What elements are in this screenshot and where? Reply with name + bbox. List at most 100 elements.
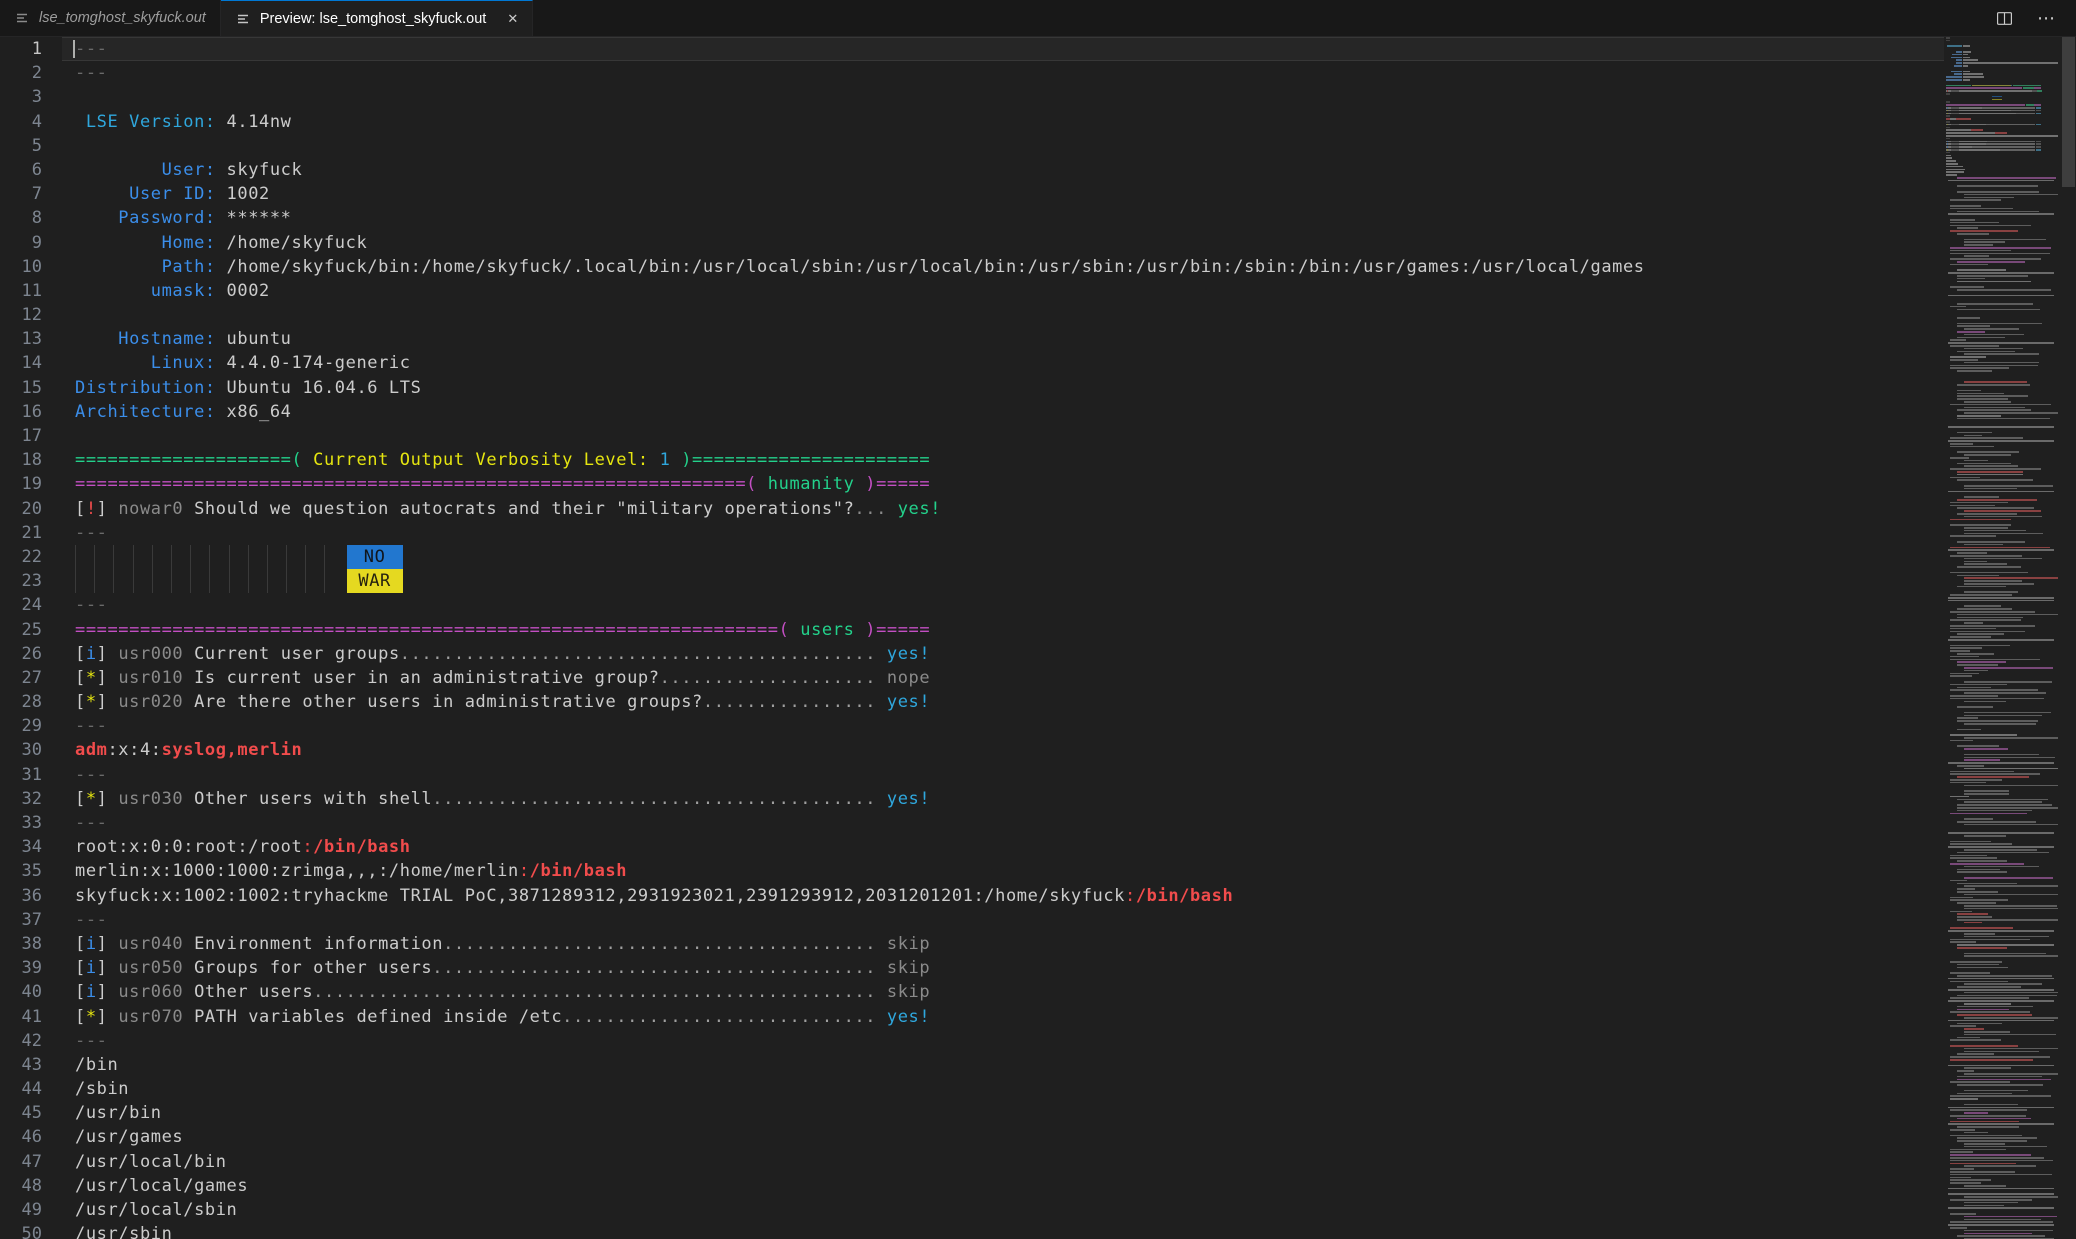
line-number: 7 (0, 182, 42, 206)
code-line-39[interactable]: 39[i] usr050 Groups for other users.....… (0, 956, 2076, 980)
line-number: 31 (0, 763, 42, 787)
code-line-14[interactable]: 14 Linux: 4.4.0-174-generic (0, 351, 2076, 375)
line-text: root:x:0:0:root:/root:/bin/bash (75, 835, 411, 859)
line-text: --- (75, 811, 107, 835)
code-line-48[interactable]: 48/usr/local/games (0, 1174, 2076, 1198)
line-text: [i] usr060 Other users..................… (75, 980, 930, 1004)
line-text: umask: 0002 (75, 279, 270, 303)
indent-guide (229, 569, 248, 593)
code-line-50[interactable]: 50/usr/sbin (0, 1222, 2076, 1239)
code-line-32[interactable]: 32[*] usr030 Other users with shell.....… (0, 787, 2076, 811)
line-number: 5 (0, 134, 42, 158)
code-line-40[interactable]: 40[i] usr060 Other users................… (0, 980, 2076, 1004)
code-line-42[interactable]: 42--- (0, 1029, 2076, 1053)
code-line-46[interactable]: 46/usr/games (0, 1125, 2076, 1149)
indent-guide (305, 569, 324, 593)
tab-preview-lse-tomghost-skyfuck-out[interactable]: Preview: lse_tomghost_skyfuck.out ✕ (221, 0, 533, 36)
line-number: 26 (0, 642, 42, 666)
line-text: [*] usr070 PATH variables defined inside… (75, 1005, 930, 1029)
code-line-2[interactable]: 2--- (0, 61, 2076, 85)
code-line-4[interactable]: 4 LSE Version: 4.14nw (0, 110, 2076, 134)
code-line-31[interactable]: 31--- (0, 763, 2076, 787)
code-line-26[interactable]: 26 [i] usr000 Current user groups........… (0, 642, 2076, 666)
line-text: /usr/bin (75, 1101, 162, 1125)
line-text: WAR (75, 569, 403, 593)
minimap[interactable] (1946, 37, 2060, 1239)
code-line-12[interactable]: 12 (0, 303, 2076, 327)
close-icon[interactable]: ✕ (507, 11, 518, 27)
line-text: Architecture: x86_64 (75, 400, 292, 424)
indent-guide (286, 569, 305, 593)
vertical-scrollbar[interactable] (2061, 37, 2076, 1239)
indent-guide (152, 545, 171, 569)
code-line-23[interactable]: 23WAR (0, 569, 2076, 593)
code-line-11[interactable]: 11 umask: 0002 (0, 279, 2076, 303)
code-line-1[interactable]: 1--- (0, 37, 2076, 61)
code-line-33[interactable]: 33--- (0, 811, 2076, 835)
code-line-45[interactable]: 45/usr/bin (0, 1101, 2076, 1125)
indent-guide (190, 569, 209, 593)
code-line-5[interactable]: 5 (0, 134, 2076, 158)
code-line-41[interactable]: 41 [*] usr070 PATH variables defined insi… (0, 1005, 2076, 1029)
code-line-28[interactable]: 28[*] usr020 Are there other users in ad… (0, 690, 2076, 714)
code-line-21[interactable]: 21--- (0, 521, 2076, 545)
tab-lse-tomghost-skyfuck-out[interactable]: lse_tomghost_skyfuck.out (0, 0, 221, 36)
line-text: /usr/local/bin (75, 1150, 227, 1174)
code-line-20[interactable]: 20[!] nowar0 Should we question autocrat… (0, 497, 2076, 521)
code-line-13[interactable]: 13 Hostname: ubuntu (0, 327, 2076, 351)
code-line-6[interactable]: 6 User: skyfuck (0, 158, 2076, 182)
line-text: merlin:x:1000:1000:zrimga,,,:/home/merli… (75, 859, 627, 883)
line-text: /usr/local/games (75, 1174, 248, 1198)
line-text: Linux: 4.4.0-174-generic (75, 351, 411, 375)
code-line-36[interactable]: 36skyfuck:x:1002:1002:tryhackme TRIAL Po… (0, 884, 2076, 908)
indent-guide (229, 545, 248, 569)
code-line-22[interactable]: 22NO (0, 545, 2076, 569)
code-line-17[interactable]: 17 (0, 424, 2076, 448)
code-line-19[interactable]: 19======================================… (0, 472, 2076, 496)
code-line-37[interactable]: 37--- (0, 908, 2076, 932)
code-line-9[interactable]: 9 Home: /home/skyfuck (0, 231, 2076, 255)
text-cursor (73, 40, 75, 58)
code-line-44[interactable]: 44/sbin (0, 1077, 2076, 1101)
code-line-3[interactable]: 3 (0, 85, 2076, 109)
line-number: 37 (0, 908, 42, 932)
scrollbar-thumb[interactable] (2062, 37, 2075, 187)
code-line-43[interactable]: 43/bin (0, 1053, 2076, 1077)
editor-content[interactable]: 1---2---34 LSE Version: 4.14nw56 User: s… (0, 37, 2076, 1239)
code-line-35[interactable]: 35merlin:x:1000:1000:zrimga,,,:/home/mer… (0, 859, 2076, 883)
indent-guide (171, 569, 190, 593)
more-actions-icon[interactable]: ⋯ (2037, 9, 2056, 27)
line-number: 27 (0, 666, 42, 690)
line-number: 41 (0, 1005, 42, 1029)
indent-guide (190, 545, 209, 569)
indent-guide (152, 569, 171, 593)
code-line-18[interactable]: 18====================( Current Output V… (0, 448, 2076, 472)
tab-label: lse_tomghost_skyfuck.out (39, 10, 206, 26)
indent-guide (94, 545, 113, 569)
code-line-27[interactable]: 27[*] usr010 Is current user in an admin… (0, 666, 2076, 690)
indent-guide (113, 545, 132, 569)
line-text: [i] usr000 Current user groups..........… (75, 642, 930, 666)
no-war-banner-no: NO (347, 545, 403, 569)
code-line-8[interactable]: 8 Password: ****** (0, 206, 2076, 230)
code-line-34[interactable]: 34root:x:0:0:root:/root:/bin/bash (0, 835, 2076, 859)
indent-guide (324, 569, 343, 593)
code-line-16[interactable]: 16Architecture: x86_64 (0, 400, 2076, 424)
code-line-10[interactable]: 10 Path: /home/skyfuck/bin:/home/skyfuck… (0, 255, 2076, 279)
line-number: 24 (0, 593, 42, 617)
code-line-7[interactable]: 7 User ID: 1002 (0, 182, 2076, 206)
code-line-25[interactable]: 25======================================… (0, 618, 2076, 642)
line-number: 6 (0, 158, 42, 182)
indent-guide (267, 569, 286, 593)
code-line-30[interactable]: 30adm:x:4:syslog,merlin (0, 738, 2076, 762)
code-line-49[interactable]: 49/usr/local/sbin (0, 1198, 2076, 1222)
line-text: ========================================… (75, 618, 930, 642)
code-line-15[interactable]: 15Distribution: Ubuntu 16.04.6 LTS (0, 376, 2076, 400)
code-line-24[interactable]: 24--- (0, 593, 2076, 617)
line-text: [*] usr030 Other users with shell.......… (75, 787, 930, 811)
code-line-38[interactable]: 38[i] usr040 Environment information....… (0, 932, 2076, 956)
code-line-29[interactable]: 29--- (0, 714, 2076, 738)
code-line-47[interactable]: 47/usr/local/bin (0, 1150, 2076, 1174)
line-text: --- (75, 61, 107, 85)
split-editor-icon[interactable] (1996, 10, 2013, 27)
